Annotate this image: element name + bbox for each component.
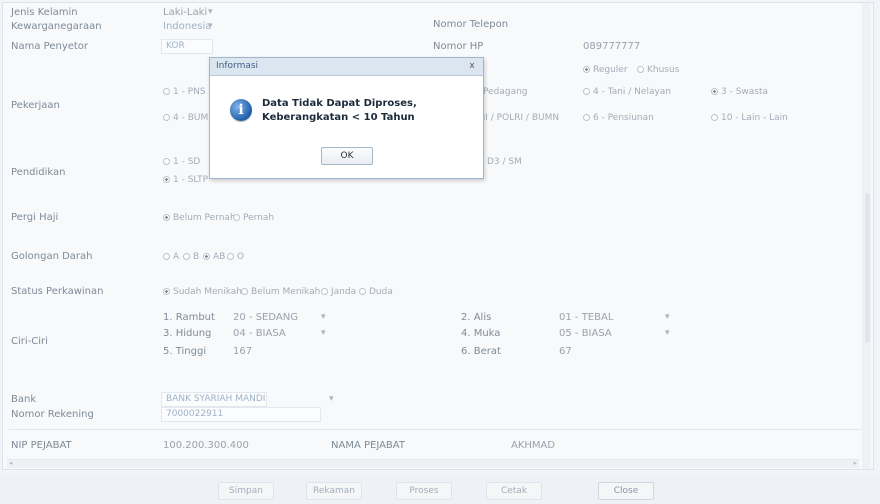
- nama-pejabat-label: NAMA PEJABAT: [331, 440, 405, 451]
- dialog-message-line2: Keberangkatan < 10 Tahun: [262, 112, 415, 123]
- chevron-down-icon[interactable]: ▾: [321, 312, 326, 322]
- golongan-darah-ab-radio[interactable]: AB: [203, 252, 225, 262]
- hidung-select[interactable]: 04 - BIASA: [233, 328, 286, 339]
- nomor-rekening-label: Nomor Rekening: [11, 409, 94, 420]
- nomor-hp-label: Nomor HP: [433, 41, 484, 52]
- cetak-button[interactable]: Cetak: [486, 482, 542, 500]
- status-belum-menikah-radio[interactable]: Belum Menikah: [241, 287, 320, 297]
- chevron-down-icon[interactable]: ▾: [208, 7, 213, 17]
- golongan-darah-a-radio[interactable]: A: [163, 252, 179, 262]
- scrollbar-thumb[interactable]: [865, 193, 870, 343]
- chevron-down-icon[interactable]: ▾: [665, 312, 670, 322]
- kewarganegaraan-label: Kewarganegaraan: [11, 21, 102, 32]
- nama-penyetor-field[interactable]: KOR: [161, 39, 213, 54]
- nama-penyetor-label: Nama Penyetor: [11, 41, 89, 52]
- scroll-left-icon[interactable]: ◂: [9, 459, 13, 467]
- jenis-kelamin-select[interactable]: Laki-Laki: [163, 7, 207, 18]
- pendidikan-option-d3[interactable]: D3 / SM: [487, 157, 522, 167]
- bank-field[interactable]: BANK SYARIAH MANDIRI: [161, 392, 267, 407]
- status-duda-radio[interactable]: Duda: [359, 287, 393, 297]
- info-dialog: Informasi x i Data Tidak Dapat Diproses,…: [209, 57, 484, 179]
- muka-label: 4. Muka: [461, 328, 501, 339]
- kewarganegaraan-select[interactable]: Indonesia: [163, 21, 211, 32]
- rambut-label: 1. Rambut: [163, 312, 215, 323]
- pekerjaan-label: Pekerjaan: [11, 100, 60, 111]
- golongan-darah-o-radio[interactable]: O: [227, 252, 244, 262]
- dialog-header[interactable]: Informasi x: [210, 58, 483, 76]
- hidung-label: 3. Hidung: [163, 328, 212, 339]
- pekerjaan-pedagang: Pedagang: [483, 87, 528, 97]
- rambut-select[interactable]: 20 - SEDANG: [233, 312, 298, 323]
- footer-toolbar: Simpan Rekaman Proses Cetak Close: [0, 476, 880, 504]
- chevron-down-icon[interactable]: ▾: [321, 328, 326, 338]
- status-sudah-menikah-radio[interactable]: Sudah Menikah: [163, 287, 242, 297]
- pergi-haji-label: Pergi Haji: [11, 212, 59, 223]
- simpan-button[interactable]: Simpan: [218, 482, 274, 500]
- pelunasan-reguler-radio[interactable]: Reguler: [583, 65, 628, 75]
- status-janda-radio[interactable]: Janda: [321, 287, 356, 297]
- nomor-telepon-label: Nomor Telepon: [433, 19, 509, 30]
- dialog-message: Data Tidak Dapat Diproses, Keberangkatan…: [262, 97, 417, 125]
- pekerjaan-option-pensiunan[interactable]: 6 - Pensiunan: [583, 113, 654, 123]
- pergi-haji-pernah-radio[interactable]: Pernah: [233, 213, 274, 223]
- pekerjaan-option-4[interactable]: 4 - BUMN: [163, 113, 215, 123]
- pelunasan-khusus-radio[interactable]: Khusus: [637, 65, 679, 75]
- proses-button[interactable]: Proses: [396, 482, 452, 500]
- golongan-darah-b-radio[interactable]: B: [183, 252, 199, 262]
- horizontal-scrollbar[interactable]: ◂ ▸: [7, 459, 859, 468]
- pendidikan-option-sltp[interactable]: 1 - SLTP: [163, 175, 208, 185]
- close-button[interactable]: Close: [598, 482, 654, 500]
- chevron-down-icon[interactable]: ▾: [208, 21, 213, 31]
- berat-field[interactable]: 67: [559, 346, 572, 357]
- dialog-message-line1: Data Tidak Dapat Diproses,: [262, 98, 417, 109]
- nama-pejabat-value: AKHMAD: [511, 440, 556, 451]
- pergi-haji-belum-radio[interactable]: Belum Pernah: [163, 213, 236, 223]
- alis-select[interactable]: 01 - TEBAL: [559, 312, 613, 323]
- pekerjaan-option-lain[interactable]: 10 - Lain - Lain: [711, 113, 788, 123]
- nip-pejabat-label: NIP PEJABAT: [11, 440, 72, 451]
- nomor-hp-field[interactable]: 089777777: [583, 41, 640, 52]
- rekaman-button[interactable]: Rekaman: [306, 482, 362, 500]
- pekerjaan-option-swasta[interactable]: 3 - Swasta: [711, 87, 768, 97]
- pekerjaan-option-1[interactable]: 1 - PNS: [163, 87, 206, 97]
- chevron-down-icon[interactable]: ▾: [665, 328, 670, 338]
- scroll-right-icon[interactable]: ▸: [853, 459, 857, 467]
- chevron-down-icon[interactable]: ▾: [329, 394, 334, 404]
- close-icon[interactable]: x: [465, 60, 479, 73]
- jenis-kelamin-label: Jenis Kelamin: [11, 7, 78, 18]
- info-icon: i: [230, 99, 252, 121]
- pendidikan-option-sd[interactable]: 1 - SD: [163, 157, 200, 167]
- pekerjaan-option-tani[interactable]: 4 - Tani / Nelayan: [583, 87, 671, 97]
- status-perkawinan-label: Status Perkawinan: [11, 286, 104, 297]
- divider: [9, 429, 867, 430]
- berat-label: 6. Berat: [461, 346, 501, 357]
- ok-button[interactable]: OK: [321, 147, 373, 165]
- pendidikan-label: Pendidikan: [11, 167, 66, 178]
- muka-select[interactable]: 05 - BIASA: [559, 328, 612, 339]
- pekerjaan-tni-polri: TNI / POLRI / BUMN: [473, 113, 560, 123]
- tinggi-field[interactable]: 167: [233, 346, 252, 357]
- golongan-darah-label: Golongan Darah: [11, 251, 93, 262]
- dialog-title: Informasi: [216, 61, 259, 71]
- nip-pejabat-value: 100.200.300.400: [163, 440, 249, 451]
- nomor-rekening-field[interactable]: 7000022911: [161, 407, 321, 422]
- alis-label: 2. Alis: [461, 312, 492, 323]
- bank-label: Bank: [11, 394, 37, 405]
- ciri-ciri-label: Ciri-Ciri: [11, 336, 48, 347]
- tinggi-label: 5. Tinggi: [163, 346, 207, 357]
